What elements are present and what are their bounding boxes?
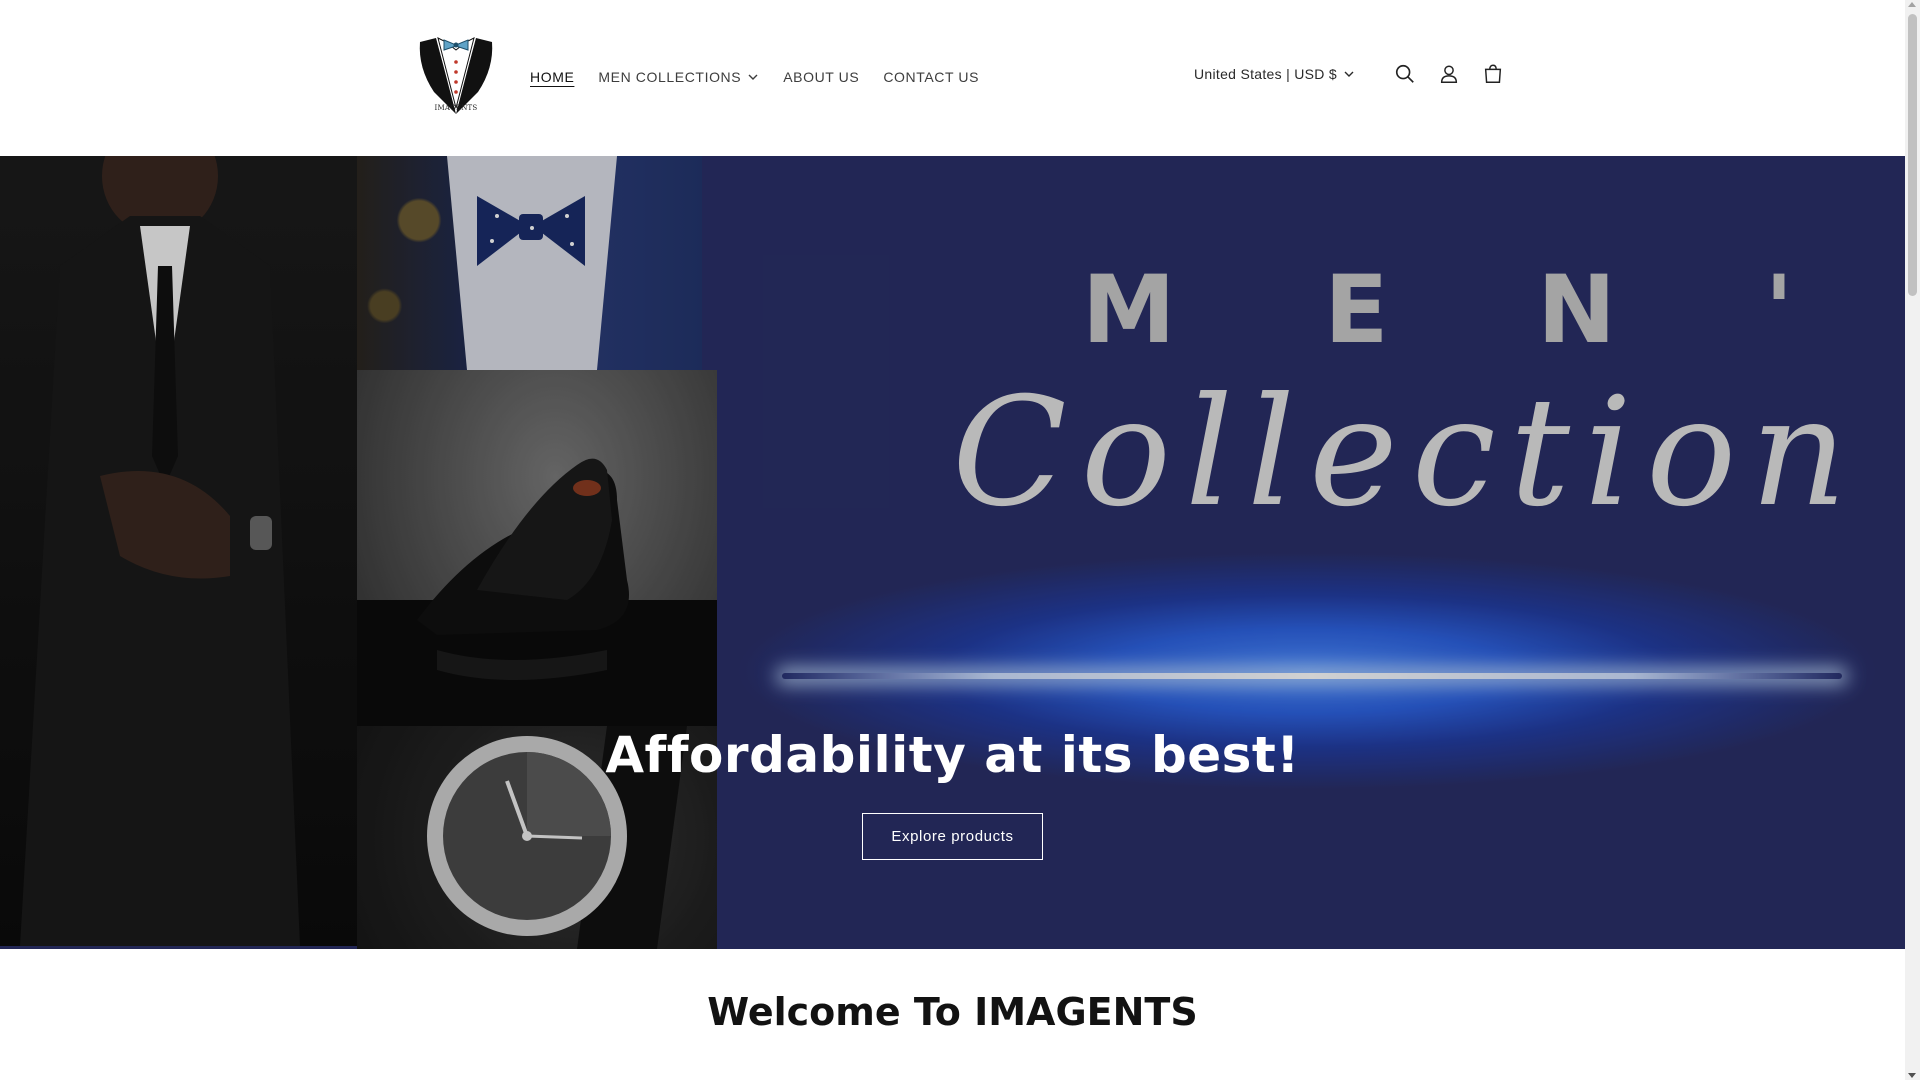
hero-light-beam	[782, 673, 1842, 679]
nav-contact-us[interactable]: CONTACT US	[883, 69, 979, 85]
page-scrollbar[interactable]	[1905, 0, 1920, 1080]
scroll-up-arrow-icon[interactable]	[1908, 2, 1916, 7]
welcome-heading: Welcome To IMAGENTS	[707, 990, 1198, 1034]
site-header: IMAGENTS HOME MEN COLLECTIONS ABOUT US C…	[0, 0, 1905, 156]
scrollbar-thumb[interactable]	[1908, 14, 1917, 296]
header-actions: United States | USD $	[1194, 62, 1505, 86]
nav-about-us[interactable]: ABOUT US	[783, 69, 859, 85]
nav-home-label: HOME	[530, 69, 575, 85]
hero-image-title-mens: M E N ' S	[1082, 256, 1905, 365]
country-currency-selector[interactable]: United States | USD $	[1194, 66, 1355, 82]
hero-image-shoes	[357, 370, 717, 726]
nav-home[interactable]: HOME	[530, 69, 574, 85]
main-nav: HOME MEN COLLECTIONS ABOUT US CONTACT US	[530, 64, 1003, 90]
nav-men-collections-label: MEN COLLECTIONS	[598, 69, 742, 85]
account-icon[interactable]	[1437, 62, 1461, 86]
search-icon[interactable]	[1393, 62, 1417, 86]
hero-image-bowtie	[357, 156, 702, 370]
chevron-down-icon	[1344, 71, 1354, 77]
logo-wordmark: IMAGENTS	[434, 104, 478, 112]
locale-label: United States | USD $	[1194, 66, 1337, 82]
hero-image-title-collection: Collection	[952, 366, 1861, 540]
cart-icon[interactable]	[1481, 62, 1505, 86]
explore-products-button[interactable]: Explore products	[862, 813, 1043, 860]
nav-men-collections[interactable]: MEN COLLECTIONS	[598, 69, 759, 85]
nav-about-us-label: ABOUT US	[783, 69, 860, 85]
hero-image-suit	[0, 156, 357, 946]
hero-heading: Affordability at its best!	[605, 726, 1300, 784]
chevron-down-icon	[748, 74, 758, 80]
nav-contact-us-label: CONTACT US	[883, 69, 980, 85]
hero-banner: M E N ' S Collection Affordability at it…	[0, 156, 1905, 949]
scroll-down-arrow-icon[interactable]	[1908, 1073, 1916, 1078]
